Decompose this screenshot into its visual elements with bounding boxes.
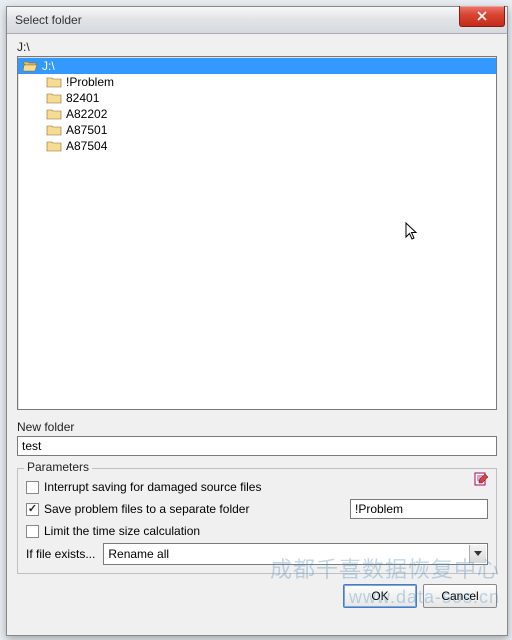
tree-item[interactable]: 82401 bbox=[18, 90, 496, 106]
select-folder-dialog: Select folder J:\ J:\ bbox=[6, 6, 508, 636]
if-exists-combobox[interactable]: Rename all bbox=[103, 543, 488, 565]
ok-button-label: OK bbox=[371, 589, 388, 603]
limit-row: Limit the time size calculation bbox=[26, 524, 488, 538]
combobox-button[interactable] bbox=[469, 545, 486, 563]
folder-tree[interactable]: J:\ !Problem 82401 A82202 bbox=[17, 56, 497, 410]
if-exists-value: Rename all bbox=[108, 547, 169, 561]
dialog-title: Select folder bbox=[15, 13, 82, 27]
interrupt-checkbox[interactable] bbox=[26, 481, 39, 494]
new-folder-label: New folder bbox=[17, 420, 497, 434]
folder-icon bbox=[46, 139, 62, 153]
titlebar: Select folder bbox=[7, 7, 507, 34]
tree-item[interactable]: A82202 bbox=[18, 106, 496, 122]
if-exists-label: If file exists... bbox=[26, 547, 95, 561]
dialog-body: J:\ J:\ !Problem bbox=[7, 34, 507, 635]
if-exists-row: If file exists... Rename all bbox=[26, 543, 488, 565]
cancel-button-label: Cancel bbox=[441, 589, 478, 603]
tree-item-label: A82202 bbox=[66, 107, 107, 121]
parameters-group: Parameters Interrupt saving for damaged … bbox=[17, 468, 497, 574]
cancel-button[interactable]: Cancel bbox=[423, 584, 497, 608]
separate-folder-input[interactable] bbox=[350, 499, 488, 519]
tree-item-label: A87501 bbox=[66, 123, 107, 137]
dialog-footer: OK Cancel bbox=[17, 584, 497, 608]
folder-icon bbox=[46, 123, 62, 137]
folder-icon bbox=[46, 91, 62, 105]
folder-icon bbox=[46, 75, 62, 89]
tree-item-label: !Problem bbox=[66, 75, 114, 89]
folder-open-icon bbox=[22, 59, 38, 73]
tree-item-label: A87504 bbox=[66, 139, 107, 153]
parameters-legend: Parameters bbox=[24, 460, 92, 474]
parameters-config-icon[interactable] bbox=[474, 471, 490, 487]
tree-item[interactable]: !Problem bbox=[18, 74, 496, 90]
close-button[interactable] bbox=[459, 6, 505, 27]
close-icon bbox=[477, 11, 487, 21]
separate-row: Save problem files to a separate folder bbox=[26, 499, 488, 519]
tree-item-label: J:\ bbox=[42, 59, 55, 73]
tree-item[interactable]: A87504 bbox=[18, 138, 496, 154]
interrupt-label: Interrupt saving for damaged source file… bbox=[44, 480, 261, 494]
chevron-down-icon bbox=[474, 551, 482, 557]
new-folder-input[interactable] bbox=[17, 436, 497, 456]
interrupt-row: Interrupt saving for damaged source file… bbox=[26, 480, 488, 494]
ok-button[interactable]: OK bbox=[343, 584, 417, 608]
folder-icon bbox=[46, 107, 62, 121]
current-path-label: J:\ bbox=[17, 40, 497, 54]
tree-item[interactable]: A87501 bbox=[18, 122, 496, 138]
limit-label: Limit the time size calculation bbox=[44, 524, 200, 538]
separate-checkbox[interactable] bbox=[26, 503, 39, 516]
separate-label: Save problem files to a separate folder bbox=[44, 502, 249, 516]
limit-checkbox[interactable] bbox=[26, 525, 39, 538]
tree-item-label: 82401 bbox=[66, 91, 99, 105]
tree-root-item[interactable]: J:\ bbox=[18, 58, 496, 74]
